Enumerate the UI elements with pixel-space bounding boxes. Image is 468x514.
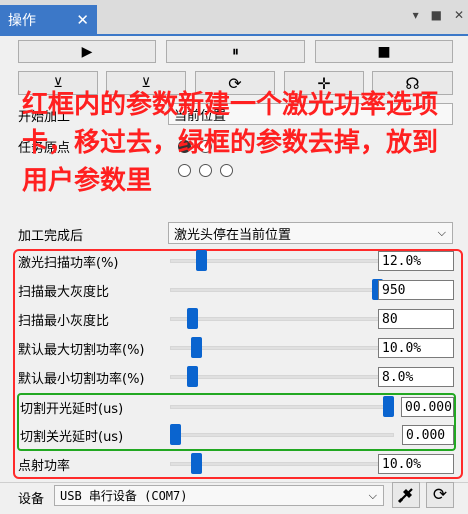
menu-dropdown-icon[interactable]: ▾ xyxy=(413,8,419,22)
pause-button[interactable]: ⏸ xyxy=(166,40,305,63)
refresh-icon: ⟳ xyxy=(432,485,448,505)
default-min-cut-power-input[interactable]: 8.0% xyxy=(378,367,454,387)
scan-min-gray-label: 扫描最小灰度比 xyxy=(18,314,110,329)
tab-operation-label: 操作 xyxy=(8,12,36,29)
plug-icon xyxy=(397,488,413,504)
play-icon: ▶ xyxy=(81,43,93,60)
after-process-label: 加工完成后 xyxy=(18,229,84,244)
cut-on-delay-label: 切割开光延时(us) xyxy=(20,402,124,417)
spot-power-input[interactable]: 10.0% xyxy=(378,454,454,474)
laser-scan-power-input[interactable]: 12.0% xyxy=(378,251,454,271)
stop-button[interactable]: ■ xyxy=(315,40,453,63)
scan-min-gray-slider-thumb[interactable] xyxy=(187,308,199,329)
chevron-down-icon: ⌵ xyxy=(437,226,446,239)
close-window-icon[interactable]: ✕ xyxy=(454,8,464,22)
cut-off-delay-label: 切割关光延时(us) xyxy=(20,430,124,445)
scan-max-gray-input[interactable]: 950 xyxy=(378,280,454,300)
default-max-cut-power-slider-thumb[interactable] xyxy=(191,337,203,358)
tab-divider xyxy=(0,34,468,36)
disconnect-button[interactable] xyxy=(392,482,420,508)
cut-on-delay-slider-thumb[interactable] xyxy=(383,396,394,417)
tab-close-icon[interactable]: ✕ xyxy=(76,11,89,29)
default-max-cut-power-input[interactable]: 10.0% xyxy=(378,338,454,358)
after-process-combo[interactable]: 激光头停在当前位置 ⌵ xyxy=(168,222,453,244)
maximize-icon[interactable]: ■ xyxy=(431,8,442,22)
scan-max-gray-slider-track[interactable] xyxy=(170,288,394,292)
cut-off-delay-slider-track[interactable] xyxy=(170,433,394,437)
default-min-cut-power-slider-thumb[interactable] xyxy=(187,366,199,387)
refresh-device-button[interactable]: ⟳ xyxy=(426,482,454,508)
pause-icon: ⏸ xyxy=(232,43,239,60)
annotation-text: 红框内的参数新建一个激光功率选项卡，移过去，绿框的参数去掉，放到用户参数里 xyxy=(22,90,439,196)
cut-on-delay-slider-track[interactable] xyxy=(170,405,394,409)
scan-min-gray-slider-track[interactable] xyxy=(170,317,394,321)
laser-scan-power-label: 激光扫描功率(%) xyxy=(18,256,119,271)
laser-scan-power-slider-thumb[interactable] xyxy=(195,250,207,271)
cut-off-delay-slider-thumb[interactable] xyxy=(170,424,181,445)
scan-min-gray-input[interactable]: 80 xyxy=(378,309,454,329)
device-value: USB 串行设备 (COM7) xyxy=(60,489,188,503)
start-button[interactable]: ▶ xyxy=(18,40,156,63)
default-min-cut-power-slider-track[interactable] xyxy=(170,375,394,379)
device-label: 设备 xyxy=(18,492,45,507)
default-max-cut-power-slider-track[interactable] xyxy=(170,346,394,350)
spot-power-slider-thumb[interactable] xyxy=(191,453,203,474)
after-process-value: 激光头停在当前位置 xyxy=(174,227,292,243)
cut-off-delay-input[interactable]: 0.000 xyxy=(402,425,454,445)
scan-max-gray-label: 扫描最大灰度比 xyxy=(18,285,110,300)
cut-on-delay-input[interactable]: 00.000 xyxy=(401,397,454,417)
default-max-cut-power-label: 默认最大切割功率(%) xyxy=(18,343,145,358)
spot-power-label: 点射功率 xyxy=(18,459,71,474)
stop-icon: ■ xyxy=(377,43,391,60)
spot-power-slider-track[interactable] xyxy=(170,462,394,466)
chevron-down-icon: ⌵ xyxy=(368,488,377,502)
window-controls: ▾ ■ ✕ xyxy=(413,8,464,22)
device-combo[interactable]: USB 串行设备 (COM7) ⌵ xyxy=(54,485,384,506)
tab-operation[interactable]: 操作 ✕ xyxy=(0,5,97,34)
default-min-cut-power-label: 默认最小切割功率(%) xyxy=(18,372,145,387)
